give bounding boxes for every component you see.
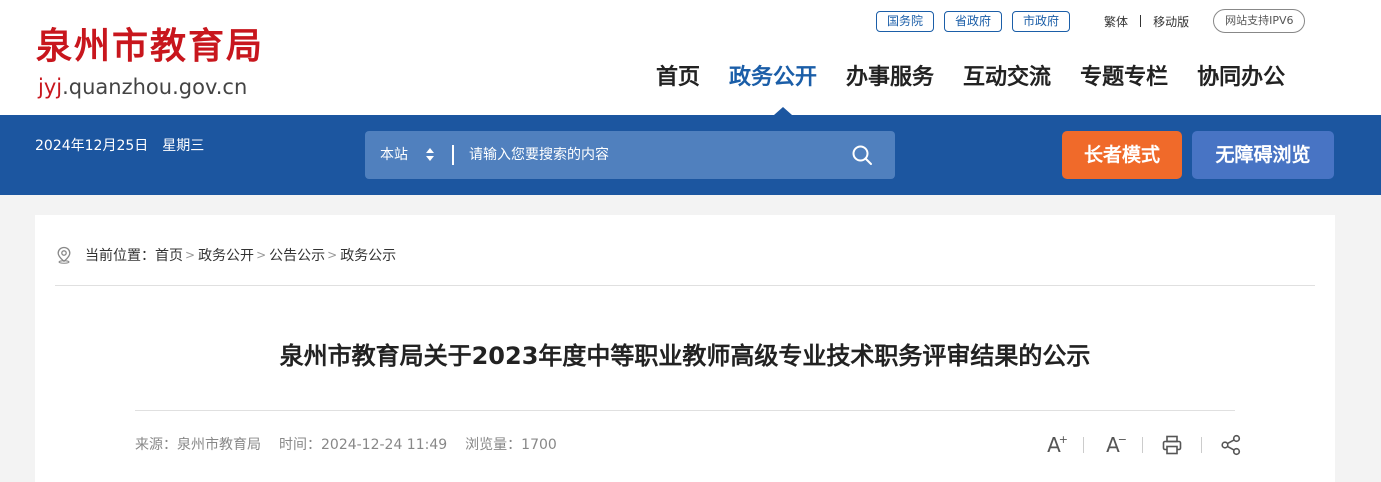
breadcrumb-separator: > (327, 248, 338, 262)
elder-mode-button[interactable]: 长者模式 (1062, 131, 1182, 179)
location-pin-icon (57, 246, 71, 264)
article-source: 来源：泉州市教育局 (135, 437, 261, 453)
article-views: 浏览量：1700 (465, 437, 557, 453)
breadcrumb-public-notices[interactable]: 政务公示 (340, 245, 396, 265)
breadcrumb-government-affairs[interactable]: 政务公开 (198, 245, 254, 265)
search-bar-band: 2024年12月25日星期三 本站 长者模式 无障碍浏览 (0, 115, 1381, 195)
nav-item-home[interactable]: 首页 (656, 58, 700, 98)
breadcrumb: 当前位置： 首页 > 政务公开 > 公告公示 > 政务公示 (55, 244, 396, 266)
link-city-gov[interactable]: 市政府 (1012, 10, 1071, 32)
search-box: 本站 (365, 131, 895, 179)
tool-separator (1142, 437, 1143, 453)
font-increase-mark: + (1058, 433, 1068, 446)
nav-active-indicator (774, 107, 792, 115)
print-icon[interactable] (1158, 431, 1186, 459)
nav-item-government-affairs[interactable]: 政务公开 (729, 58, 817, 98)
link-traditional-chinese[interactable]: 繁体 (1104, 13, 1128, 30)
site-header: 泉州市教育局 jyj.quanzhou.gov.cn 国务院 省政府 市政府 繁… (0, 0, 1381, 115)
date-text: 2024年12月25日 (35, 138, 149, 154)
printer-icon (1162, 435, 1182, 455)
nav-item-special-topics[interactable]: 专题专栏 (1080, 58, 1168, 98)
article-title: 泉州市教育局关于2023年度中等职业教师高级专业技术职务评审结果的公示 (279, 342, 1091, 370)
weekday-text: 星期三 (162, 138, 205, 154)
nav-item-office[interactable]: 协同办公 (1197, 58, 1285, 98)
font-increase-icon[interactable]: A + (1040, 431, 1068, 459)
link-province-gov[interactable]: 省政府 (944, 10, 1003, 32)
updown-arrows-icon[interactable] (425, 148, 435, 162)
breadcrumb-home[interactable]: 首页 (155, 245, 183, 265)
logo-url-prefix: jyj (38, 75, 63, 99)
share-nodes-icon (1221, 434, 1241, 456)
search-divider (452, 145, 454, 165)
current-date: 2024年12月25日 星期三 (35, 135, 204, 155)
search-scope-select[interactable]: 本站 (380, 131, 408, 179)
top-links: 国务院 省政府 市政府 繁体 移动版 网站支持IPV6 (876, 9, 1306, 33)
tool-separator (1201, 437, 1202, 453)
title-divider (135, 410, 1235, 411)
breadcrumb-label: 当前位置： (85, 248, 155, 264)
breadcrumb-announcements[interactable]: 公告公示 (269, 245, 325, 265)
ipv6-badge[interactable]: 网站支持IPV6 (1213, 9, 1306, 33)
article-card: 当前位置： 首页 > 政务公开 > 公告公示 > 政务公示 泉州市教育局关于20… (35, 215, 1335, 482)
search-icon[interactable] (850, 143, 874, 167)
breadcrumb-separator: > (185, 248, 196, 262)
font-decrease-mark: − (1117, 433, 1127, 446)
tool-separator (1083, 437, 1084, 453)
top-separator (1140, 15, 1142, 27)
font-decrease-icon[interactable]: A − (1099, 431, 1127, 459)
nav-item-interaction[interactable]: 互动交流 (963, 58, 1051, 98)
link-state-council[interactable]: 国务院 (876, 10, 935, 32)
accessible-browse-button[interactable]: 无障碍浏览 (1192, 131, 1334, 179)
nav-item-services[interactable]: 办事服务 (846, 58, 934, 98)
article-time: 时间：2024-12-24 11:49 (279, 437, 448, 453)
article-meta: 来源：泉州市教育局 时间：2024-12-24 11:49 浏览量：1700 (135, 434, 557, 454)
search-input[interactable] (469, 143, 839, 167)
site-logo-name[interactable]: 泉州市教育局 (36, 24, 264, 68)
link-mobile-version[interactable]: 移动版 (1153, 13, 1189, 30)
main-nav: 首页 政务公开 办事服务 互动交流 专题专栏 协同办公 (656, 58, 1285, 98)
breadcrumb-separator: > (256, 248, 267, 262)
breadcrumb-divider (55, 285, 1315, 286)
site-logo-url[interactable]: jyj.quanzhou.gov.cn (38, 73, 247, 101)
share-icon[interactable] (1217, 431, 1245, 459)
article-tools: A + A − (1040, 430, 1245, 460)
logo-url-suffix: .quanzhou.gov.cn (62, 75, 248, 99)
